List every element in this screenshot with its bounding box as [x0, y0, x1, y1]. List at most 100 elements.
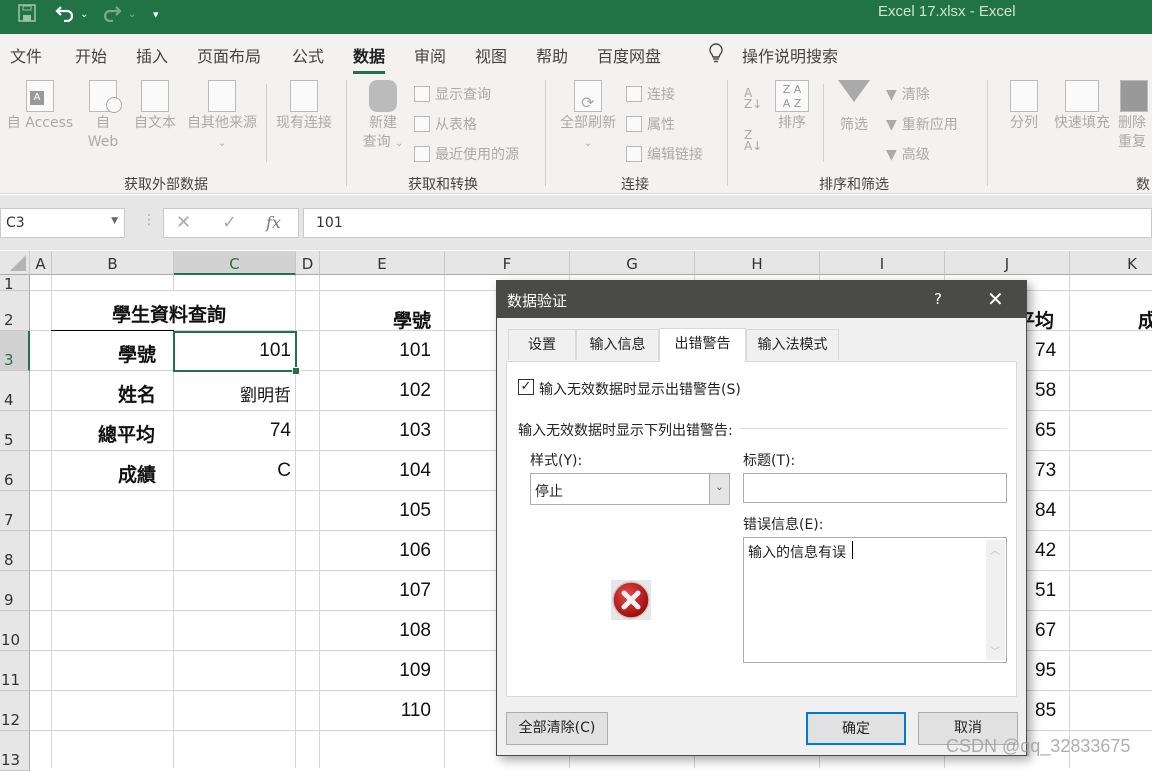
tab-baidu-netdisk[interactable]: 百度网盘: [597, 43, 661, 67]
undo-dropdown-icon[interactable]: ⌄: [80, 9, 88, 20]
column-header-d[interactable]: D: [296, 251, 320, 275]
row-header-11[interactable]: 11: [0, 651, 30, 691]
row-header-8[interactable]: 8: [0, 531, 30, 571]
sort-button[interactable]: Z AA Z 排序: [772, 80, 812, 133]
average-cell[interactable]: 73: [1035, 460, 1056, 482]
student-id-cell[interactable]: 109: [399, 660, 431, 682]
name-box-dropdown-icon[interactable]: ▼: [111, 216, 118, 226]
average-cell[interactable]: 74: [1035, 340, 1056, 362]
average-cell[interactable]: 85: [1035, 700, 1056, 722]
text-to-columns-button[interactable]: 分列: [1004, 80, 1044, 133]
help-button[interactable]: ?: [934, 290, 942, 308]
lookup-value-average[interactable]: 74: [270, 420, 291, 442]
row-header-12[interactable]: 12: [0, 691, 30, 731]
tell-me-search[interactable]: 操作说明搜索: [742, 43, 838, 67]
row-header-2[interactable]: 2: [0, 291, 30, 331]
name-box[interactable]: C3 ▼: [0, 208, 125, 238]
student-id-cell[interactable]: 104: [399, 460, 431, 482]
tab-insert[interactable]: 插入: [136, 43, 168, 67]
average-cell[interactable]: 67: [1035, 620, 1056, 642]
row-header-3[interactable]: 3: [0, 331, 30, 371]
column-header-c[interactable]: C: [174, 251, 296, 275]
row-header-13[interactable]: 13: [0, 731, 30, 771]
average-cell[interactable]: 58: [1035, 380, 1056, 402]
flash-fill-button[interactable]: 快速填充: [1050, 80, 1114, 133]
column-header-g[interactable]: G: [570, 251, 695, 275]
recent-sources-button: 最近使用的源: [414, 144, 519, 164]
filter-button[interactable]: 筛选: [834, 80, 874, 135]
average-cell[interactable]: 42: [1035, 540, 1056, 562]
sort-ascending-button[interactable]: A Z↓: [744, 87, 762, 110]
tab-ime-mode[interactable]: 输入法模式: [746, 329, 839, 360]
column-header-f[interactable]: F: [445, 251, 570, 275]
column-header-b[interactable]: B: [52, 251, 174, 275]
column-header-j[interactable]: J: [945, 251, 1070, 275]
student-id-cell[interactable]: 103: [399, 420, 431, 442]
alert-title-input[interactable]: [743, 473, 1007, 503]
close-icon[interactable]: ✕: [987, 287, 1004, 311]
style-select[interactable]: 停止 ⌄: [530, 473, 730, 505]
student-id-cell[interactable]: 101: [399, 340, 431, 362]
lookup-value-name[interactable]: 劉明哲: [240, 381, 291, 406]
customize-qat-icon[interactable]: ▾: [153, 8, 159, 21]
tab-home[interactable]: 开始: [75, 43, 107, 67]
connections-button: 连接: [626, 84, 675, 104]
row-header-9[interactable]: 9: [0, 571, 30, 611]
dialog-title-bar[interactable]: 数据验证 ? ✕: [497, 281, 1026, 318]
row-header-10[interactable]: 10: [0, 611, 30, 651]
enter-icon[interactable]: ✓: [222, 212, 237, 233]
save-icon[interactable]: [18, 4, 36, 27]
row-header-6[interactable]: 6: [0, 451, 30, 491]
average-cell[interactable]: 51: [1035, 580, 1056, 602]
tab-help[interactable]: 帮助: [536, 43, 568, 67]
show-alert-checkbox[interactable]: ✓: [518, 379, 534, 395]
tab-settings[interactable]: 设置: [508, 329, 576, 360]
insert-function-icon[interactable]: fx: [266, 213, 281, 232]
tab-file[interactable]: 文件: [10, 43, 42, 67]
student-id-cell[interactable]: 110: [401, 700, 431, 722]
scroll-down-icon[interactable]: ﹀: [990, 643, 1000, 658]
column-header-e[interactable]: E: [320, 251, 445, 275]
divider: [823, 84, 824, 162]
sort-descending-button[interactable]: Z A↓: [744, 129, 762, 152]
chevron-down-icon[interactable]: ⌄: [709, 474, 729, 504]
select-all-corner[interactable]: [0, 251, 30, 275]
show-alert-label[interactable]: 输入无效数据时显示出错警告(S): [539, 379, 741, 399]
average-cell[interactable]: 95: [1035, 660, 1056, 682]
tab-page-layout[interactable]: 页面布局: [197, 43, 261, 67]
student-id-cell[interactable]: 108: [399, 620, 431, 642]
tab-input-message[interactable]: 输入信息: [576, 329, 659, 360]
student-id-cell[interactable]: 102: [399, 380, 431, 402]
tab-formulas[interactable]: 公式: [292, 43, 324, 67]
row-header-5[interactable]: 5: [0, 411, 30, 451]
column-header-i[interactable]: I: [820, 251, 945, 275]
error-message-textarea[interactable]: 输入的信息有误 ︿ ﹀: [743, 537, 1007, 663]
row-header-7[interactable]: 7: [0, 491, 30, 531]
student-id-cell[interactable]: 106: [399, 540, 431, 562]
cancel-icon[interactable]: ✕: [176, 212, 191, 233]
column-header-a[interactable]: A: [30, 251, 52, 275]
tab-view[interactable]: 视图: [475, 43, 507, 67]
scroll-up-icon[interactable]: ︿: [990, 542, 1000, 557]
row-header-4[interactable]: 4: [0, 371, 30, 411]
tab-review[interactable]: 审阅: [414, 43, 446, 67]
title-bar: ⌄ ⌄ ▾ Excel 17.xlsx - Excel: [0, 0, 1152, 34]
advanced-filter-button[interactable]: ▼ 高级: [886, 144, 930, 164]
average-cell[interactable]: 65: [1035, 420, 1056, 442]
tab-error-alert[interactable]: 出错警告: [659, 328, 746, 362]
ok-button[interactable]: 确定: [806, 712, 906, 745]
column-header-k[interactable]: K: [1070, 251, 1152, 275]
student-id-cell[interactable]: 107: [399, 580, 431, 602]
column-header-h[interactable]: H: [695, 251, 820, 275]
remove-duplicates-button[interactable]: 删除 重复: [1118, 80, 1152, 152]
scrollbar[interactable]: ︿ ﹀: [986, 540, 1005, 660]
undo-icon[interactable]: [55, 4, 75, 27]
formula-input[interactable]: 101: [303, 208, 1152, 238]
student-id-cell[interactable]: 105: [399, 500, 431, 522]
row-header-1[interactable]: 1: [0, 275, 30, 292]
average-cell[interactable]: 84: [1035, 500, 1056, 522]
clear-all-button[interactable]: 全部清除(C): [506, 712, 608, 745]
active-cell-c3[interactable]: [173, 331, 300, 375]
tab-data[interactable]: 数据: [353, 43, 386, 74]
lookup-value-grade[interactable]: C: [277, 460, 291, 482]
